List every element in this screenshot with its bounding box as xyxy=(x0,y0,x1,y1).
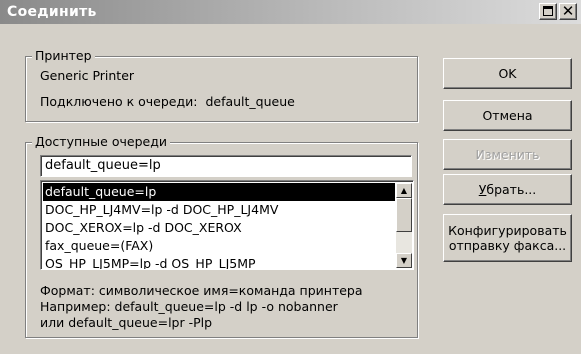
configure-fax-label-2: отправку факса... xyxy=(448,238,567,253)
close-icon: ✕ xyxy=(561,2,575,20)
maximize-button[interactable] xyxy=(539,3,557,20)
maximize-icon xyxy=(543,6,553,16)
configure-fax-label-1: Конфигурировать xyxy=(448,223,567,238)
printer-name: Generic Printer xyxy=(40,68,135,83)
printer-group-legend: Принтер xyxy=(32,48,95,63)
scroll-up-button[interactable]: ▲ xyxy=(396,183,412,198)
close-button[interactable]: ✕ xyxy=(559,3,577,20)
ok-button[interactable]: OK xyxy=(443,58,572,89)
remove-button[interactable]: Убрать... xyxy=(443,174,572,205)
configure-fax-button[interactable]: Конфигурировать отправку факса... xyxy=(443,214,572,262)
queue-list-scrollbar[interactable]: ▲ ▼ xyxy=(396,183,412,268)
remove-label: брать... xyxy=(486,182,537,197)
title-bar[interactable]: Соединить ✕ xyxy=(0,0,581,24)
change-button[interactable]: Изменить xyxy=(443,139,572,170)
queue-listbox[interactable]: default_queue=lp DOC_HP_LJ4MV=lp -d DOC_H… xyxy=(40,180,414,270)
queue-list-item[interactable]: fax_queue=(FAX) xyxy=(43,237,395,255)
arrow-down-icon: ▼ xyxy=(400,256,408,265)
connected-queue-label: Подключено к очереди: default_queue xyxy=(40,94,295,109)
queue-list-item[interactable]: DOC_HP_LJ4MV=lp -d DOC_HP_LJ4MV xyxy=(43,201,395,219)
arrow-up-icon: ▲ xyxy=(400,186,408,195)
queue-list-item[interactable]: OS_HP_LJ5MP=lp -d OS_HP_LJ5MP xyxy=(43,255,395,269)
queues-group-legend: Доступные очереди xyxy=(32,134,170,149)
connected-label: Подключено к очереди: xyxy=(40,94,198,109)
window-title: Соединить xyxy=(7,4,97,20)
format-help-line-3: или default_queue=lpr -Plp xyxy=(40,315,213,330)
format-help-line-1: Формат: символическое имя=команда принте… xyxy=(40,283,363,298)
queue-list: default_queue=lp DOC_HP_LJ4MV=lp -d DOC_H… xyxy=(43,183,395,269)
queue-input[interactable]: default_queue=lp xyxy=(40,155,412,177)
connected-queue-value: default_queue xyxy=(205,94,295,109)
format-help-line-2: Например: default_queue=lp -d lp -o noba… xyxy=(40,299,338,314)
printer-group: Принтер xyxy=(25,48,418,122)
cancel-button[interactable]: Отмена xyxy=(443,100,572,131)
scrollbar-thumb[interactable] xyxy=(396,198,412,232)
scroll-down-button[interactable]: ▼ xyxy=(396,253,412,268)
queue-list-item[interactable]: default_queue=lp xyxy=(43,183,395,201)
queue-list-item[interactable]: DOC_XEROX=lp -d DOC_XEROX xyxy=(43,219,395,237)
